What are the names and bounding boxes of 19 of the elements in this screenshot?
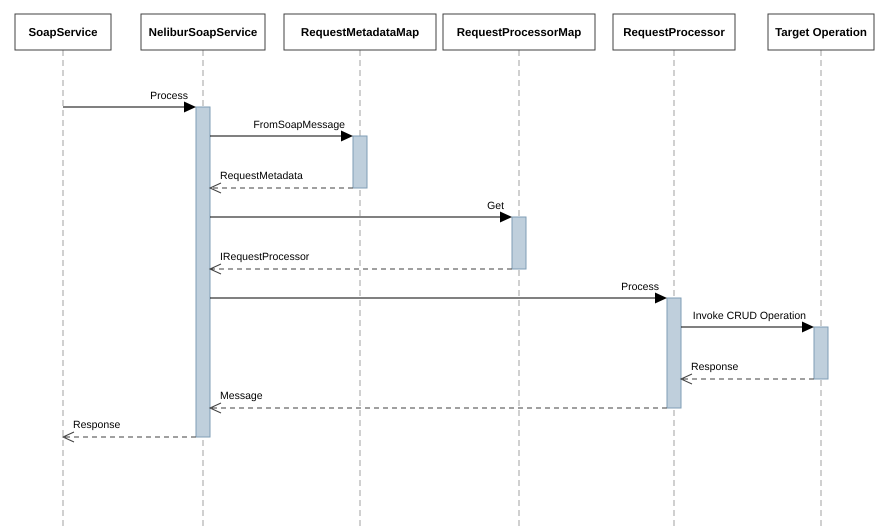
participant-name: RequestProcessorMap bbox=[456, 27, 582, 39]
message-label: FromSoapMessage bbox=[253, 119, 345, 131]
message-label: Message bbox=[220, 390, 263, 402]
participant-name: Target Operation bbox=[775, 27, 867, 39]
message-label: Get bbox=[487, 200, 504, 212]
participant-name: NeliburSoapService bbox=[148, 27, 258, 39]
message-label: Invoke CRUD Operation bbox=[692, 310, 806, 322]
activation-bar bbox=[814, 326, 828, 380]
activation-bar bbox=[512, 216, 526, 270]
activation-bar bbox=[352, 136, 368, 188]
message-label: Process bbox=[621, 281, 659, 293]
message-label: RequestMetadata bbox=[220, 170, 303, 182]
message-label: Response bbox=[691, 361, 738, 373]
message-label: Response bbox=[73, 419, 120, 431]
participant-name: SoapService bbox=[28, 27, 98, 39]
message-label: IRequestProcessor bbox=[220, 251, 310, 263]
participant-name: RequestProcessor bbox=[623, 27, 725, 39]
participant-name: RequestMetadataMap bbox=[300, 27, 420, 39]
message-label: Process bbox=[150, 90, 188, 102]
